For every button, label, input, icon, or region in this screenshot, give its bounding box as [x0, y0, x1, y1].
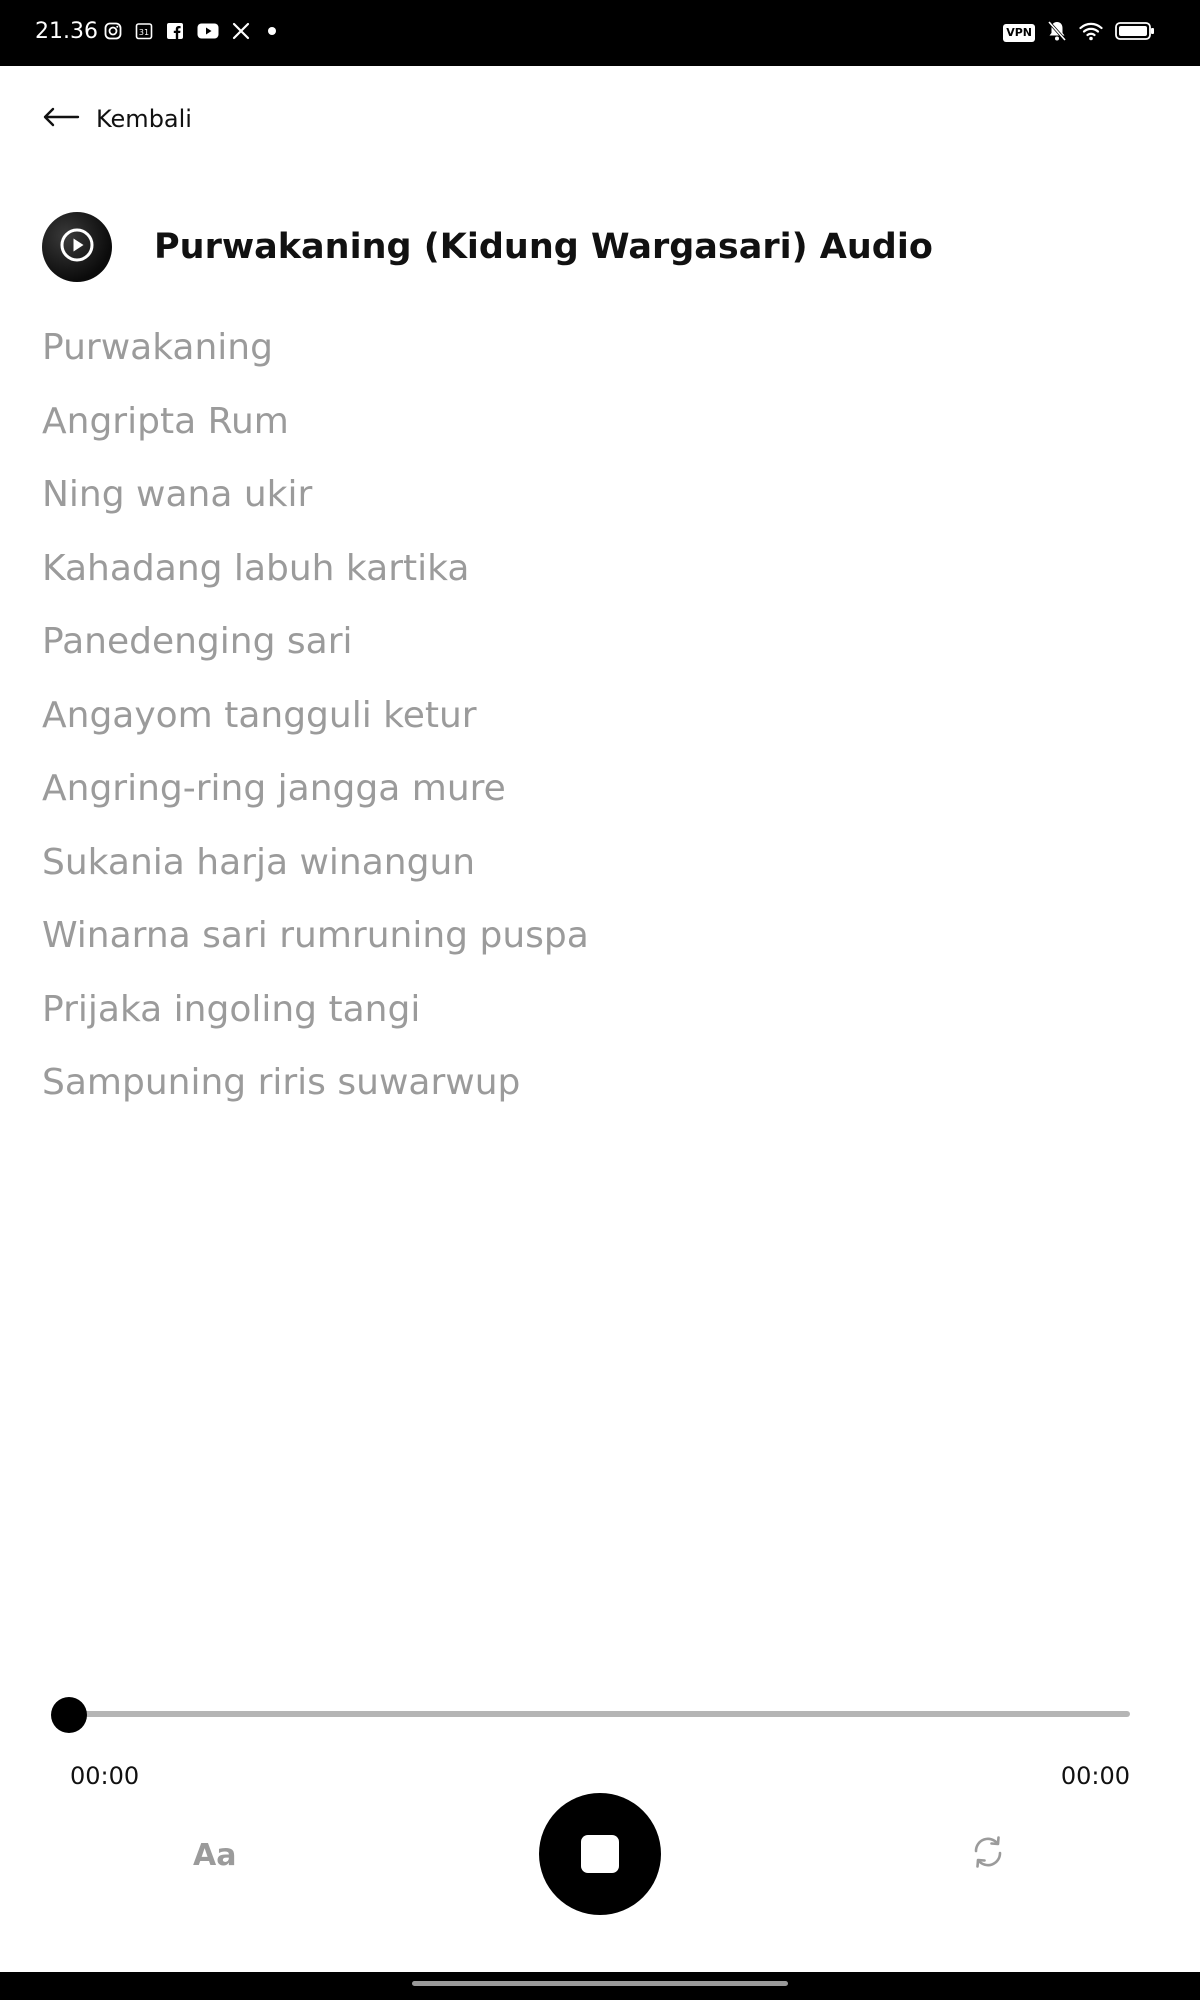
- stop-icon: [581, 1835, 619, 1873]
- wifi-icon: [1079, 21, 1103, 45]
- x-icon: [231, 21, 251, 41]
- font-size-button[interactable]: Aa: [193, 1838, 236, 1873]
- repeat-icon: [970, 1834, 1006, 1874]
- track-header: Purwakaning (Kidung Wargasari) Audio: [42, 212, 933, 282]
- play-circle-icon: [58, 226, 96, 268]
- instagram-icon: [103, 21, 123, 41]
- total-time: 00:00: [1060, 1762, 1130, 1790]
- calendar-icon: 31: [134, 21, 154, 41]
- system-nav-bar: [0, 1972, 1200, 2000]
- lyric-line: Winarna sari rumruning puspa: [42, 915, 589, 956]
- track-title: Purwakaning (Kidung Wargasari) Audio: [154, 227, 933, 267]
- repeat-button[interactable]: [968, 1834, 1008, 1874]
- arrow-left-icon: [42, 106, 80, 132]
- lyric-line: Ning wana ukir: [42, 474, 313, 515]
- notification-icons: 31: [103, 21, 282, 41]
- home-indicator[interactable]: [412, 1981, 788, 1986]
- lyric-line: Purwakaning: [42, 327, 273, 368]
- current-time: 00:00: [70, 1762, 140, 1790]
- lyric-line: Panedenging sari: [42, 621, 353, 662]
- back-button[interactable]: Kembali: [42, 105, 192, 133]
- back-label: Kembali: [96, 105, 192, 133]
- lyric-line: Prijaka ingoling tangi: [42, 988, 421, 1030]
- youtube-icon: [196, 21, 220, 41]
- lyrics-list: Purwakaning Angripta Rum Ning wana ukir …: [42, 322, 589, 1131]
- stop-button[interactable]: [539, 1793, 661, 1915]
- dot-icon: [262, 21, 282, 41]
- status-bar: 21.36 31 VPN: [0, 0, 1200, 66]
- progress-thumb[interactable]: [51, 1697, 87, 1733]
- status-time: 21.36: [35, 19, 98, 44]
- track-avatar: [42, 212, 112, 282]
- lyric-line: Kahadang labuh kartika: [42, 547, 470, 589]
- calendar-day: 31: [139, 28, 149, 37]
- system-icons: VPN: [1003, 20, 1155, 46]
- app-screen: 21.36 31 VPN Kembali Purwakaning (Kidung…: [0, 0, 1200, 2000]
- mute-icon: [1047, 20, 1067, 46]
- lyric-line: Angayom tangguli ketur: [42, 694, 477, 736]
- lyric-line: Angripta Rum: [42, 400, 289, 442]
- battery-icon: [1115, 21, 1155, 45]
- lyric-line: Sampuning riris suwarwup: [42, 1062, 521, 1103]
- vpn-icon: VPN: [1003, 24, 1035, 42]
- progress-slider[interactable]: [70, 1711, 1130, 1717]
- lyric-line: Sukania harja winangun: [42, 841, 476, 883]
- facebook-icon: [165, 21, 185, 41]
- lyric-line: Angring-ring jangga mure: [42, 768, 506, 809]
